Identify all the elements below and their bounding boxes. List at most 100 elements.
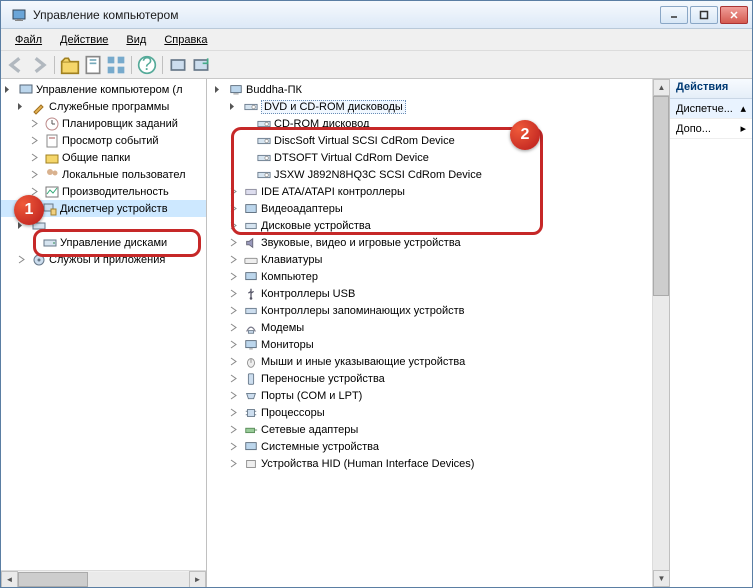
storage-controller-icon (243, 303, 259, 319)
toolbar-separator (162, 56, 163, 74)
center-vscrollbar[interactable]: ▲ ▼ (652, 79, 669, 587)
tree-storage[interactable]: Запоминающие устройства (1, 217, 206, 234)
tree-device-manager[interactable]: Диспетчер устройств (1, 200, 206, 217)
maximize-button[interactable] (690, 6, 718, 24)
tree-local-users[interactable]: Локальные пользовател (1, 166, 206, 183)
tree-root-computer-mgmt[interactable]: Управление компьютером (л (1, 81, 206, 98)
ide-icon (243, 184, 259, 200)
actions-item-more[interactable]: Допо... ▸ (670, 119, 752, 139)
mouse-icon (243, 354, 259, 370)
device-category-sound[interactable]: Звуковые, видео и игровые устройства (207, 234, 652, 251)
properties-button[interactable] (82, 54, 104, 76)
scan-button[interactable] (167, 54, 189, 76)
device-category-ide[interactable]: IDE ATA/ATAPI контроллеры (207, 183, 652, 200)
network-adapter-icon (243, 422, 259, 438)
device-tree[interactable]: Buddha-ПК DVD и CD-ROM дисководы CD-ROM … (207, 79, 652, 587)
help-button[interactable]: ? (136, 54, 158, 76)
sound-icon (243, 235, 259, 251)
device-category-disk[interactable]: Дисковые устройства (207, 217, 652, 234)
titlebar[interactable]: Управление компьютером (1, 1, 752, 29)
cpu-icon (243, 405, 259, 421)
device-category-portable[interactable]: Переносные устройства (207, 370, 652, 387)
device-category-mouse[interactable]: Мыши и иные указывающие устройства (207, 353, 652, 370)
scroll-up-button[interactable]: ▲ (653, 79, 670, 96)
device-category-cpu[interactable]: Процессоры (207, 404, 652, 421)
content-area: Управление компьютером (л Служебные прог… (1, 79, 752, 587)
actions-item-devicemgr[interactable]: Диспетче... ▴ (670, 99, 752, 119)
tree-task-scheduler[interactable]: Планировщик заданий (1, 115, 206, 132)
shared-folder-icon (44, 150, 60, 166)
menu-help[interactable]: Справка (156, 32, 215, 48)
window-frame: Управление компьютером Файл Действие Вид… (0, 0, 753, 588)
menu-view[interactable]: Вид (118, 32, 154, 48)
cd-icon (256, 116, 272, 132)
cd-icon (256, 133, 272, 149)
device-category-usb[interactable]: Контроллеры USB (207, 285, 652, 302)
hid-icon (243, 456, 259, 472)
tree-shared-folders[interactable]: Общие папки (1, 149, 206, 166)
device-category-network[interactable]: Сетевые адаптеры (207, 421, 652, 438)
computer-icon (243, 269, 259, 285)
scroll-left-button[interactable]: ◄ (1, 571, 18, 588)
keyboard-icon (243, 252, 259, 268)
scroll-down-button[interactable]: ▼ (653, 570, 670, 587)
menu-action[interactable]: Действие (52, 32, 116, 48)
device-category-hid[interactable]: Устройства HID (Human Interface Devices) (207, 455, 652, 472)
monitor-icon (243, 337, 259, 353)
device-root[interactable]: Buddha-ПК (207, 81, 652, 98)
toolbar: ? (1, 51, 752, 79)
disk-drive-icon (243, 218, 259, 234)
device-category-storagectl[interactable]: Контроллеры запоминающих устройств (207, 302, 652, 319)
device-category-ports[interactable]: Порты (COM и LPT) (207, 387, 652, 404)
scroll-thumb[interactable] (653, 96, 669, 296)
portable-device-icon (243, 371, 259, 387)
forward-button (28, 54, 50, 76)
clock-icon (44, 116, 60, 132)
minimize-button[interactable] (660, 6, 688, 24)
device-discsoft[interactable]: DiscSoft Virtual SCSI CdRom Device (207, 132, 652, 149)
actions-header: Действия (670, 79, 752, 99)
tree-event-viewer[interactable]: Просмотр событий (1, 132, 206, 149)
left-hscrollbar[interactable]: ◄ ► (1, 570, 206, 587)
menu-file[interactable]: Файл (7, 32, 50, 48)
device-manager-icon (42, 201, 58, 217)
close-button[interactable] (720, 6, 748, 24)
expand-arrow-icon: ▸ (740, 122, 746, 135)
up-button[interactable] (59, 54, 81, 76)
device-cdrom[interactable]: CD-ROM дисковод (207, 115, 652, 132)
console-tree[interactable]: Управление компьютером (л Служебные прог… (1, 79, 206, 570)
dvd-drive-icon (243, 99, 259, 115)
toolbar-separator (54, 56, 55, 74)
refresh-button[interactable] (190, 54, 212, 76)
perf-icon (44, 184, 60, 200)
window-title: Управление компьютером (33, 8, 660, 22)
tree-performance[interactable]: Производительность (1, 183, 206, 200)
users-icon (44, 167, 60, 183)
device-category-system[interactable]: Системные устройства (207, 438, 652, 455)
cd-icon (256, 167, 272, 183)
view-button[interactable] (105, 54, 127, 76)
svg-text:?: ? (142, 55, 152, 74)
tree-disk-management[interactable]: Управление дисками (1, 234, 206, 251)
tree-services-apps[interactable]: Службы и приложения (1, 251, 206, 268)
device-category-keyboard[interactable]: Клавиатуры (207, 251, 652, 268)
menubar: Файл Действие Вид Справка (1, 29, 752, 51)
tree-system-tools[interactable]: Служебные программы (1, 98, 206, 115)
device-category-computer[interactable]: Компьютер (207, 268, 652, 285)
display-adapter-icon (243, 201, 259, 217)
device-tree-pane: Buddha-ПК DVD и CD-ROM дисководы CD-ROM … (207, 79, 670, 587)
scroll-right-button[interactable]: ► (189, 571, 206, 588)
device-category-dvd[interactable]: DVD и CD-ROM дисководы (207, 98, 652, 115)
device-dtsoft[interactable]: DTSOFT Virtual CdRom Device (207, 149, 652, 166)
storage-icon (31, 218, 47, 234)
modem-icon (243, 320, 259, 336)
device-category-monitor[interactable]: Мониторы (207, 336, 652, 353)
device-jsxw[interactable]: JSXW J892N8HQ3C SCSI CdRom Device (207, 166, 652, 183)
cd-icon (256, 150, 272, 166)
device-category-modem[interactable]: Модемы (207, 319, 652, 336)
scroll-thumb[interactable] (18, 572, 88, 587)
toolbar-separator (131, 56, 132, 74)
device-category-video[interactable]: Видеоадаптеры (207, 200, 652, 217)
port-icon (243, 388, 259, 404)
tools-icon (31, 99, 47, 115)
